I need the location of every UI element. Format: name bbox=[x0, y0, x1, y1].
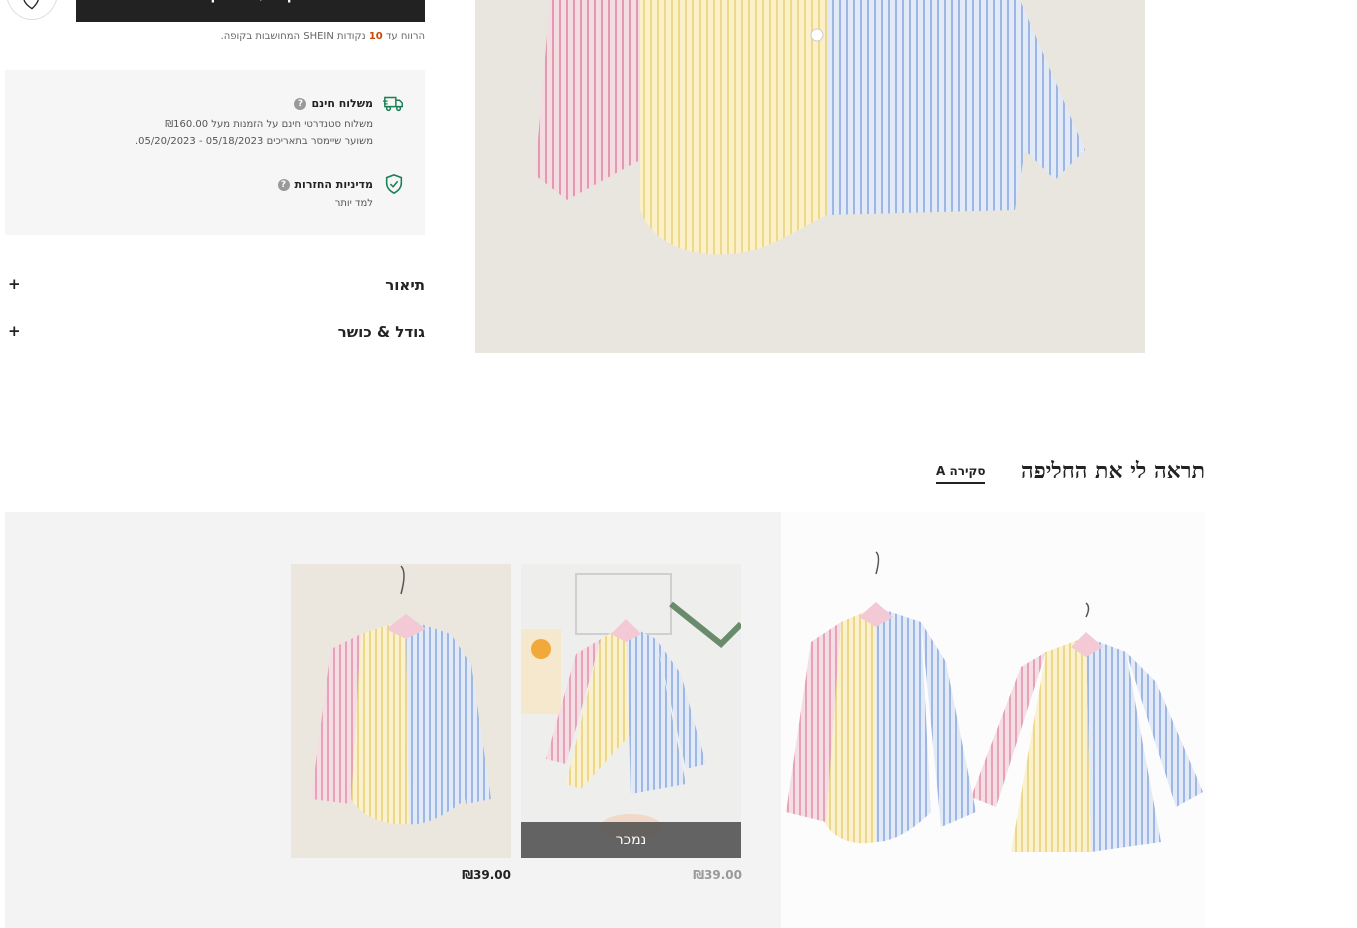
outfit-item-image[interactable] bbox=[291, 564, 511, 858]
description-accordion[interactable]: תיאור + bbox=[5, 270, 425, 300]
shirt-thumbnail bbox=[311, 565, 491, 825]
outfit-item-price: ₪39.00 bbox=[693, 868, 742, 882]
delivery-estimate: משוער שיימסר בתאריכים 05/18/2023 - 05/20… bbox=[134, 136, 373, 147]
sold-out-overlay: נמכר bbox=[521, 822, 741, 858]
free-shipping-title: משלוח חינם bbox=[311, 97, 373, 110]
outfit-item-image[interactable]: נמכר bbox=[521, 564, 741, 858]
return-policy-title: מדיניות החזרות bbox=[294, 178, 373, 191]
main-product-image[interactable] bbox=[475, 0, 1145, 353]
points-post: נקודות SHEIN המחושבות בקופה. bbox=[220, 31, 366, 42]
help-icon[interactable]: ? bbox=[294, 97, 307, 110]
add-to-bag-button[interactable]: הוסף לעגלת הקניות bbox=[76, 0, 425, 22]
size-fit-label: גודל & כושר bbox=[337, 323, 425, 341]
outfit-item-price: ₪39.00 bbox=[462, 868, 511, 882]
help-icon[interactable]: ? bbox=[277, 178, 290, 191]
size-fit-accordion[interactable]: גודל & כושר + bbox=[5, 317, 425, 347]
points-value: 10 bbox=[368, 31, 383, 42]
dress-thumbnail bbox=[521, 573, 741, 838]
free-shipping-section: משלוח חינם ? משלוח סטנדרטי חינם על הזמנו… bbox=[135, 97, 373, 150]
free-shipping-threshold: משלוח סטנדרטי חינם על הזמנות מעל ₪160.00 bbox=[165, 119, 373, 130]
wishlist-button[interactable] bbox=[6, 0, 58, 20]
expand-icon[interactable]: + bbox=[8, 275, 21, 293]
points-pre: הרווח עד bbox=[385, 31, 425, 42]
expand-icon[interactable]: + bbox=[8, 322, 21, 340]
two-shirts-illustration bbox=[786, 551, 1203, 852]
heart-icon bbox=[23, 0, 39, 10]
description-label: תיאור bbox=[385, 276, 425, 294]
tab-review-a[interactable]: סקירה A bbox=[936, 464, 986, 484]
shirt-illustration bbox=[535, 0, 1085, 255]
shipping-info-box: משלוח חינם ? משלוח סטנדרטי חינם על הזמנו… bbox=[5, 70, 425, 235]
shield-check-icon bbox=[385, 174, 403, 195]
learn-more-link[interactable]: למד יותר bbox=[278, 195, 373, 212]
outfit-combo-image[interactable] bbox=[781, 512, 1205, 928]
outfit-section-title: תראה לי את החליפה bbox=[1021, 458, 1205, 484]
points-info: הרווח עד 10 נקודות SHEIN המחושבות בקופה. bbox=[140, 31, 425, 42]
return-policy-section: מדיניות החזרות ? למד יותר bbox=[277, 178, 373, 212]
truck-icon bbox=[383, 96, 403, 112]
